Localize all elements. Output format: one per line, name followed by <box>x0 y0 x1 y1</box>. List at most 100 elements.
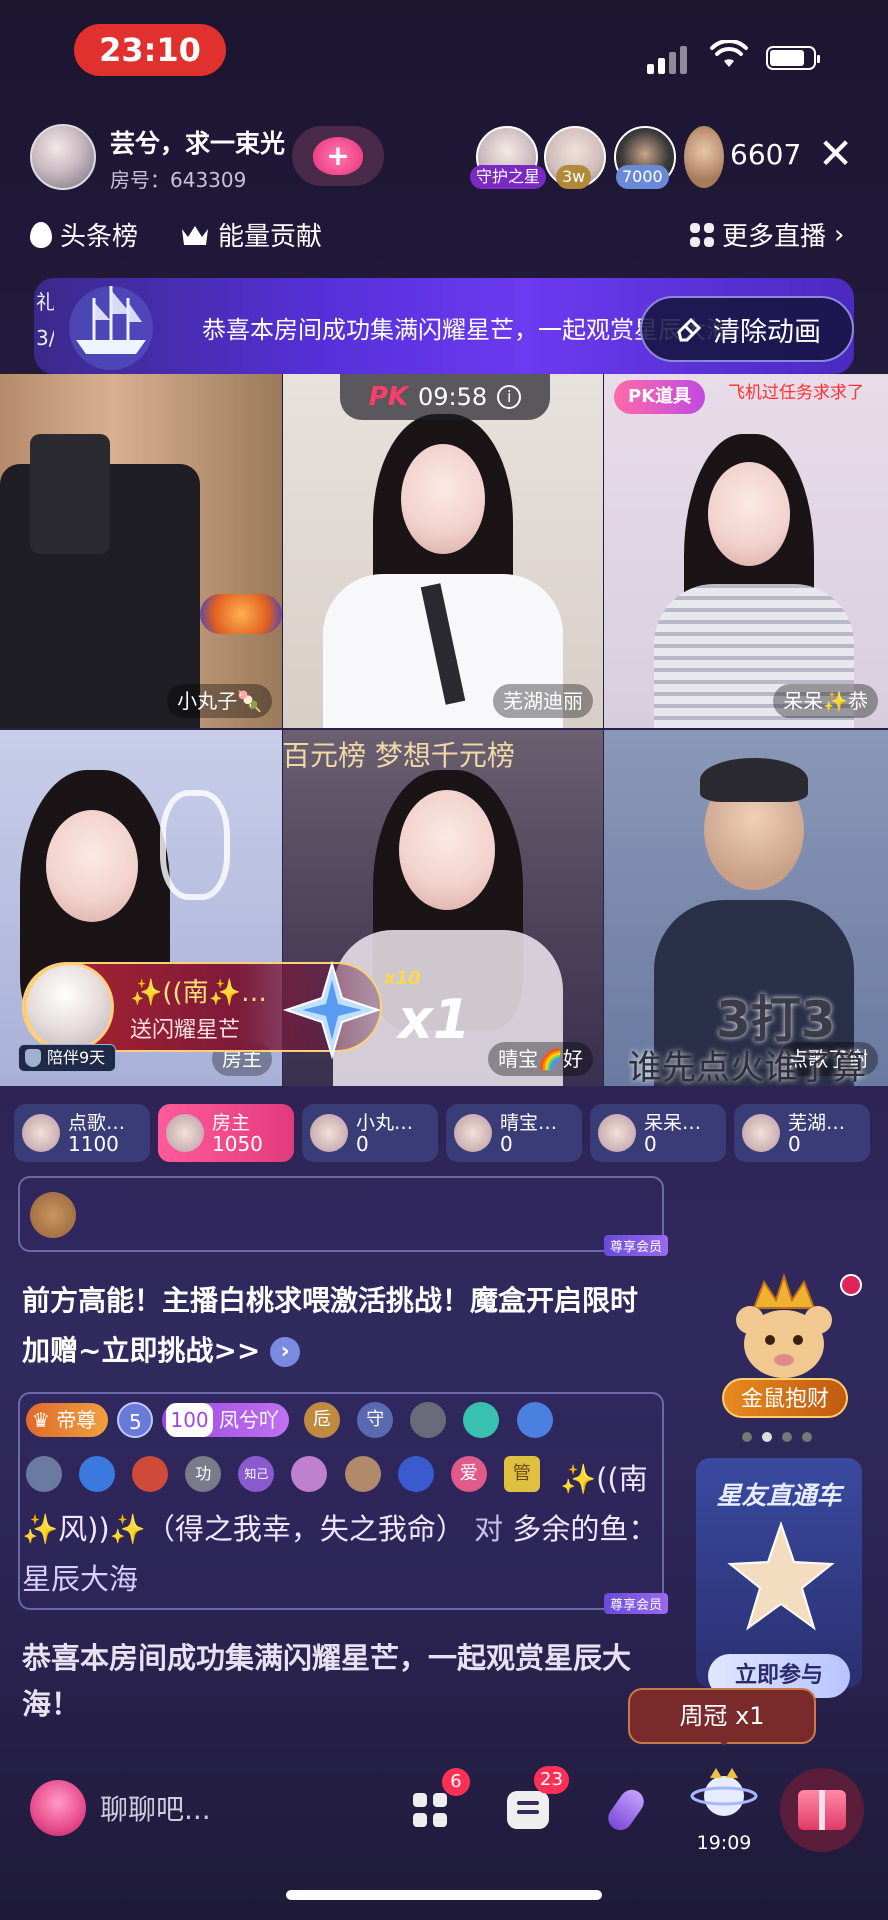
avatar <box>454 1114 492 1152</box>
fire-icon <box>30 221 52 248</box>
emoji-icon <box>30 1192 76 1238</box>
star-icon <box>727 1520 835 1631</box>
chat-placeholder: 聊聊吧... <box>100 1793 211 1826</box>
star-crystal-icon <box>282 960 382 1060</box>
apps-grid-icon <box>690 222 714 247</box>
star-express-title: 星友直通车 <box>716 1481 842 1510</box>
heart-plus-icon <box>313 137 363 175</box>
chat-notice[interactable]: 前方高能！主播白桃求喂激活挑战！魔盒开启限时加赠~立即挑战>> › <box>22 1276 662 1376</box>
score-value: 0 <box>788 1132 801 1156</box>
score-name: 房主 <box>212 1112 251 1134</box>
guard-badge: 守 <box>357 1402 394 1438</box>
energy-contrib-label: 能量贡献 <box>218 222 323 252</box>
wifi-icon <box>710 40 748 67</box>
energy-contrib-button[interactable]: 能量贡献 <box>180 216 322 253</box>
viewer-badge: 3w <box>556 165 592 189</box>
gift-button[interactable] <box>780 1768 864 1852</box>
chat-target[interactable]: 多余的鱼 <box>512 1512 628 1546</box>
chat-to: 对 <box>474 1512 504 1546</box>
battery-icon <box>766 46 820 70</box>
status-time: 23:10 <box>74 24 226 76</box>
shield-icon <box>25 1049 41 1067</box>
stream-name: 呆呆✨恭 <box>773 684 878 718</box>
pk-score-chip[interactable]: 晴宝… 0 <box>446 1104 582 1162</box>
thousand-rank-text: 百元榜 梦想千元榜 <box>282 739 515 772</box>
apps-count-badge: 6 <box>442 1768 470 1796</box>
stream-cell[interactable]: 小丸子🍡 <box>0 374 282 728</box>
score-name: 小丸… <box>356 1112 414 1134</box>
score-value: 0 <box>356 1132 369 1156</box>
apps-grid-icon <box>413 1793 447 1827</box>
fan-name: 凤兮吖 <box>219 1408 280 1432</box>
pk-score-chip[interactable]: 小丸… 0 <box>302 1104 438 1162</box>
rank-badge-label: 帝尊 <box>56 1408 97 1432</box>
more-live-button[interactable]: 更多直播 › <box>690 216 844 253</box>
pk-score-chip[interactable]: 呆呆… 0 <box>590 1104 726 1162</box>
home-indicator[interactable] <box>286 1890 602 1900</box>
microphone-icon <box>603 1785 649 1835</box>
planet-timer: 19:09 <box>696 1832 752 1854</box>
stream-name: 晴宝🌈好 <box>488 1042 593 1076</box>
info-icon[interactable]: i <box>497 385 522 409</box>
stream-name: 芜湖迪丽 <box>493 684 593 718</box>
fan-level: 100 <box>166 1403 213 1437</box>
pk-score-chip[interactable]: 房主 1050 <box>158 1104 294 1162</box>
avatar <box>598 1114 636 1152</box>
stream-cell[interactable]: 呆呆✨恭 <box>604 374 888 728</box>
heart-badge <box>463 1402 500 1438</box>
fan-badge: 100 凤兮吖 <box>162 1403 290 1437</box>
chevron-right-icon: › <box>270 1337 301 1367</box>
more-live-label: 更多直播 <box>722 222 827 252</box>
viewer-avatar[interactable] <box>684 126 724 188</box>
stream-name: 小丸子🍡 <box>167 684 272 718</box>
avatar <box>22 1114 60 1152</box>
close-icon[interactable]: ✕ <box>818 130 853 178</box>
ship-icon <box>69 286 153 370</box>
avatar <box>310 1114 348 1152</box>
banner-left-text: 礼 3/ <box>36 290 54 350</box>
companion-badge: 陪伴9天 <box>18 1044 117 1072</box>
gift-icon <box>798 1790 846 1830</box>
clear-animation-button[interactable]: 清除动画 <box>640 296 854 362</box>
stream-cell[interactable]: 芜湖迪丽 <box>283 374 603 728</box>
companion-label: 陪伴9天 <box>47 1048 106 1067</box>
score-name: 点歌… <box>68 1112 126 1134</box>
chevron-right-icon: › <box>834 219 845 250</box>
notice-text: 前方高能！主播白桃求喂激活挑战！魔盒开启限时加赠~立即挑战>> <box>22 1284 639 1367</box>
mic-button[interactable] <box>594 1778 658 1842</box>
system-message: 恭喜本房间成功集满闪耀星芒，一起观赏星辰大海！ <box>22 1641 632 1721</box>
chat-content: 星辰大海 <box>22 1562 139 1596</box>
pk-score-chip[interactable]: 点歌… 1100 <box>14 1104 150 1162</box>
headline-rank-label: 头条榜 <box>60 222 139 252</box>
rank-badge: ♛ 帝尊 <box>26 1403 109 1437</box>
host-avatar[interactable] <box>30 124 96 190</box>
viewer-badge: 守护之星 <box>470 165 547 189</box>
chat-input[interactable]: 聊聊吧... <box>30 1780 330 1836</box>
chat-card-empty: 尊享会员 <box>18 1176 668 1256</box>
crown-icon <box>182 225 208 245</box>
gift-sender-name: ✨((南✨… <box>130 978 268 1008</box>
pk-tool-button[interactable]: PK道具 <box>614 380 706 414</box>
member-tag: 尊享会员 <box>603 1235 668 1256</box>
figure-badge <box>516 1402 553 1438</box>
headline-rank-button[interactable]: 头条榜 <box>30 216 138 253</box>
fire-first-text: 谁先点火谁了算 <box>628 1048 866 1088</box>
golden-rat-label[interactable]: 金鼠抱财 <box>722 1378 848 1418</box>
avatar <box>166 1114 204 1152</box>
crown-icon: ♛ <box>32 1408 50 1432</box>
score-value: 0 <box>644 1132 657 1156</box>
follow-button[interactable] <box>292 126 384 186</box>
pk-score-chip[interactable]: 芜湖… 0 <box>734 1104 870 1162</box>
badge-row: ♛ 帝尊 5 100 凤兮吖 卮 守 <box>26 1402 656 1438</box>
score-value: 1050 <box>212 1132 263 1156</box>
host-name[interactable]: 芸兮，求一束光 <box>110 124 290 160</box>
ancient-badge: 卮 <box>304 1402 341 1438</box>
planet-icon[interactable] <box>690 1766 758 1822</box>
gift-multiplier-small: x10 <box>384 968 421 989</box>
carousel-dots <box>742 1432 812 1442</box>
clear-animation-label: 清除动画 <box>713 316 821 348</box>
viewer-count[interactable]: 6607 <box>730 138 801 171</box>
gift-sender-avatar[interactable] <box>24 962 114 1052</box>
pk-logo: PK <box>368 382 409 412</box>
gift-description: 送闪耀星芒 <box>130 1018 241 1043</box>
